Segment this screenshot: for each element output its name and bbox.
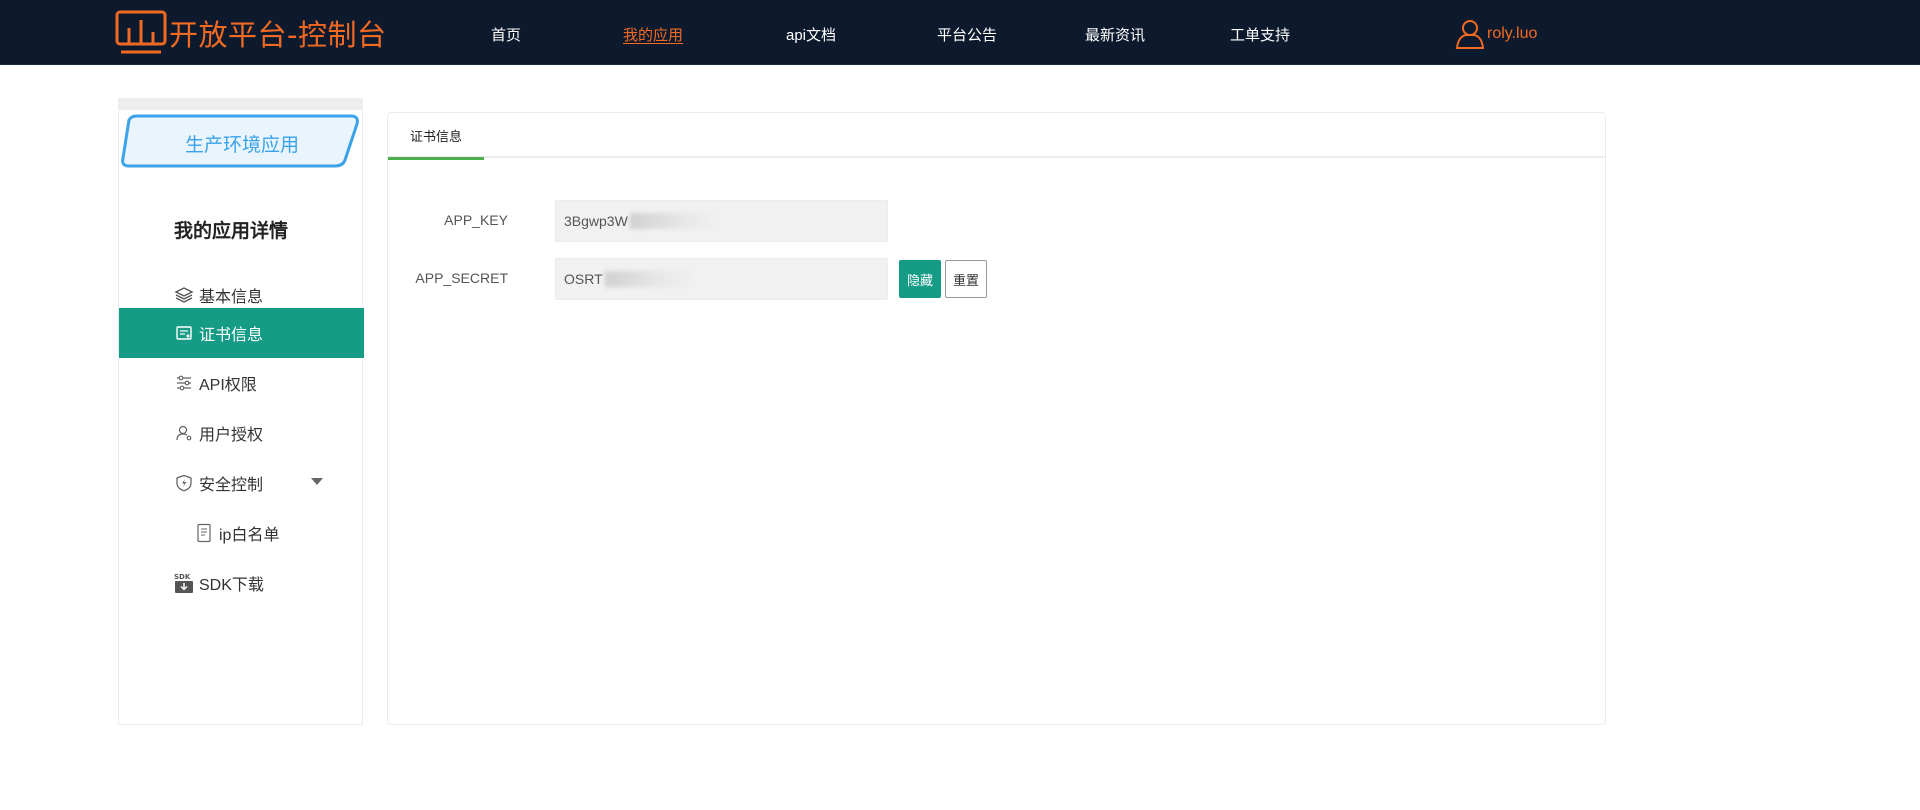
document-icon [194,523,214,543]
user-key-icon [174,423,194,443]
logo[interactable]: 开放平台-控制台 [115,10,386,56]
app-secret-field[interactable]: OSRT [555,258,888,300]
redacted-mask [629,213,720,229]
bar-chart-logo-icon [115,10,167,54]
nav-item-news[interactable]: 最新资讯 [1085,24,1145,45]
shield-icon [174,473,194,493]
user-name: roly.luo [1487,25,1538,42]
user-icon [1455,20,1485,49]
sidebar-item-label: API权限 [199,377,257,394]
sidebar-item-api-permissions[interactable]: API权限 [119,358,364,408]
user-menu[interactable]: roly.luo [1455,18,1537,50]
certificate-icon [174,323,194,343]
sidebar-item-label: 基本信息 [199,289,264,306]
tab-certificate-info[interactable]: 证书信息 [388,113,484,160]
svg-text:SDK: SDK [174,573,191,581]
app-key-field[interactable]: 3Bgwp3W [555,200,888,242]
sidebar-item-certificate[interactable]: 证书信息 [119,308,364,358]
redacted-mask [604,271,695,287]
reset-secret-button[interactable]: 重置 [945,260,987,298]
sidebar-item-label: 证书信息 [199,327,264,344]
sidebar-item-label: 用户授权 [199,427,264,444]
nav-item-api-docs[interactable]: api文档 [786,24,836,45]
sidebar-item-security[interactable]: 安全控制 [119,458,364,508]
sidebar-item-label: ip白名单 [219,527,280,544]
top-navbar: 开放平台-控制台 首页 我的应用 api文档 平台公告 最新资讯 工单支持 ro… [0,0,1920,65]
chevron-down-icon[interactable] [311,478,323,485]
sidebar-item-label: SDK下载 [199,577,264,594]
sidebar-item-sdk-download[interactable]: SDK SDK下载 [119,558,364,608]
sidebar-title: 我的应用详情 [174,221,289,242]
app-secret-label: APP_SECRET [415,270,508,286]
tab-bar: 证书信息 [388,113,1605,160]
sliders-icon [174,373,194,393]
sidebar-item-ip-whitelist[interactable]: ip白名单 [119,508,364,558]
logo-text: 开放平台-控制台 [169,18,387,52]
nav-item-announcements[interactable]: 平台公告 [937,24,997,45]
nav-item-support[interactable]: 工单支持 [1230,24,1290,45]
sidebar-item-user-authorization[interactable]: 用户授权 [119,408,364,458]
env-badge-label: 生产环境应用 [184,135,299,156]
app-key-label: APP_KEY [444,212,508,228]
content-panel: 证书信息 APP_KEY 3Bgwp3W APP_SECRET OSRT 隐藏 … [387,112,1606,725]
sidebar: 生产环境应用 我的应用详情 基本信息 证书信息 API权限 用户授权 安全控制 … [118,98,364,725]
sdk-download-icon: SDK [174,573,194,593]
hide-secret-button[interactable]: 隐藏 [899,260,941,298]
sidebar-item-label: 安全控制 [199,477,264,494]
app-key-value: 3Bgwp3W [564,213,628,229]
app-secret-value: OSRT [564,271,603,287]
nav-item-my-apps[interactable]: 我的应用 [623,24,683,45]
nav-item-home[interactable]: 首页 [491,24,521,45]
layers-icon [174,285,194,305]
